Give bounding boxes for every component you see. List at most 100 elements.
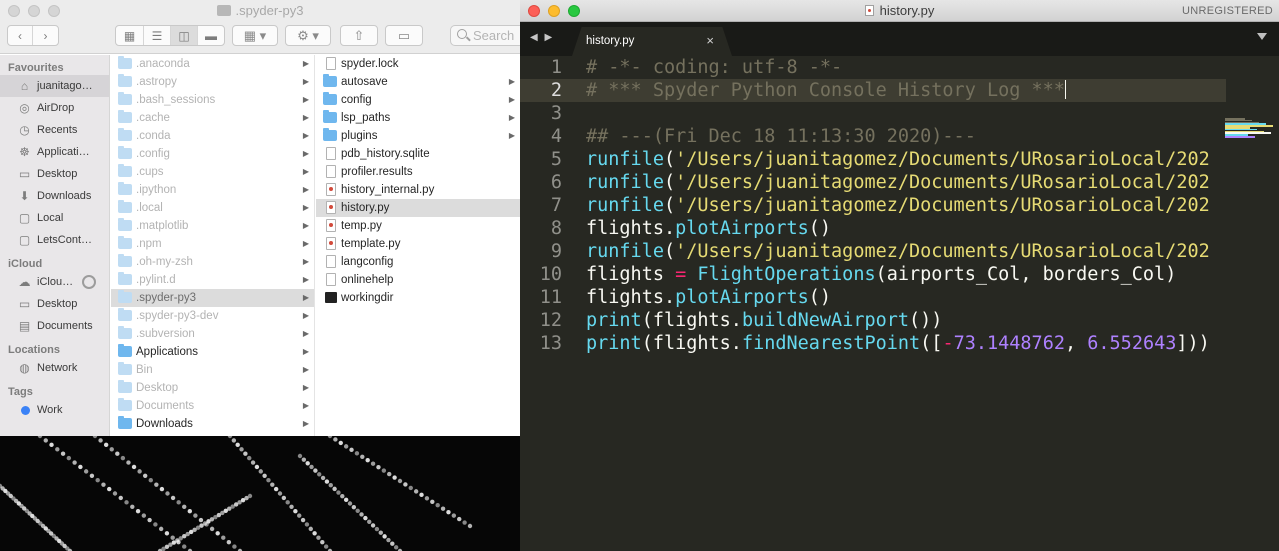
- file-row[interactable]: langconfig: [316, 253, 520, 271]
- folder-row[interactable]: Applications ▶: [111, 343, 314, 361]
- code-token: ([: [920, 333, 943, 354]
- folder-row[interactable]: .conda ▶: [111, 127, 314, 145]
- dew-drop: [413, 489, 419, 494]
- dew-drop: [193, 513, 198, 518]
- gallery-view-button[interactable]: ▬: [198, 26, 224, 45]
- folder-row[interactable]: autosave ▶: [316, 73, 520, 91]
- folder-row[interactable]: .subversion ▶: [111, 325, 314, 343]
- tab-dropdown-icon[interactable]: [1257, 33, 1267, 40]
- tab-close-icon[interactable]: ×: [706, 33, 714, 48]
- dew-drop: [323, 544, 329, 549]
- sidebar-item-icloud-1[interactable]: ▭ Desktop: [0, 293, 109, 315]
- sidebar-item-tags-0[interactable]: Work: [0, 399, 109, 421]
- folder-row[interactable]: .ipython ▶: [111, 181, 314, 199]
- folder-row[interactable]: .anaconda ▶: [111, 55, 314, 73]
- folder-row[interactable]: Desktop ▶: [111, 379, 314, 397]
- file-name: spyder.lock: [341, 58, 399, 70]
- back-button[interactable]: ‹: [8, 26, 34, 45]
- action-button[interactable]: ⚙ ▾: [285, 25, 331, 46]
- sidebar-item-favourites-1[interactable]: ◎ AirDrop: [0, 97, 109, 119]
- folder-name: Desktop: [136, 382, 179, 394]
- folder-row[interactable]: Documents ▶: [111, 397, 314, 415]
- code-line: runfile('/Users/juanitagomez/Documents/U…: [586, 194, 1226, 217]
- file-row[interactable]: history.py: [316, 199, 520, 217]
- sidebar-item-icloud-0[interactable]: ☁ iClou…: [0, 271, 109, 293]
- sidebar-item-favourites-6[interactable]: ▢ Local: [0, 207, 109, 229]
- folder-row[interactable]: .oh-my-zsh ▶: [111, 253, 314, 271]
- dew-drop: [289, 504, 294, 509]
- tab-nav-arrows-icon[interactable]: ◀ ▶: [530, 32, 554, 43]
- folder-row[interactable]: .bash_sessions ▶: [111, 91, 314, 109]
- dew-drop: [300, 517, 306, 523]
- folder-row[interactable]: .matplotlib ▶: [111, 217, 314, 235]
- dew-drop: [355, 508, 360, 514]
- minimap[interactable]: [1222, 118, 1279, 138]
- forward-button[interactable]: ›: [33, 26, 58, 45]
- folder-icon: [118, 326, 132, 339]
- folder-row[interactable]: .pylint.d ▶: [111, 271, 314, 289]
- folder-row[interactable]: .local ▶: [111, 199, 314, 217]
- sidebar-item-favourites-4[interactable]: ▭ Desktop: [0, 163, 109, 185]
- finder-titlebar[interactable]: .spyder-py3: [0, 0, 520, 22]
- disclosure-arrow-icon: ▶: [302, 401, 309, 410]
- zoom-icon[interactable]: [48, 5, 60, 17]
- list-view-button[interactable]: ☰: [144, 26, 171, 45]
- minimize-icon[interactable]: [28, 5, 40, 17]
- code-area[interactable]: # -*- coding: utf-8 -*- # *** Spyder Pyth…: [586, 56, 1226, 355]
- disclosure-arrow-icon: ▶: [508, 131, 515, 140]
- folder-row[interactable]: .cache ▶: [111, 109, 314, 127]
- sidebar-item-icloud-2[interactable]: ▤ Documents: [0, 315, 109, 337]
- icon-view-button[interactable]: ▦: [116, 26, 144, 45]
- folder-row[interactable]: lsp_paths ▶: [316, 109, 520, 127]
- tags-button[interactable]: ▭: [385, 25, 423, 46]
- search-input[interactable]: Search: [450, 25, 520, 46]
- python-file-icon: [326, 237, 336, 250]
- code-token: ()): [909, 310, 943, 331]
- share-button[interactable]: ⇧: [340, 25, 378, 46]
- column-view-button[interactable]: ◫: [171, 26, 198, 45]
- sidebar-item-favourites-2[interactable]: ◷ Recents: [0, 119, 109, 141]
- code-editor[interactable]: 1 2 3 4 5 6 7 8 9 10 11 12 13 # -*- coding: utf-8 -*…: [520, 56, 1279, 551]
- code-line: print(flights.findNearestPoint([-73.1448…: [586, 332, 1226, 355]
- folder-row[interactable]: .astropy ▶: [111, 73, 314, 91]
- dew-drop: [370, 461, 376, 466]
- folder-icon: [118, 398, 132, 411]
- sidebar-item-favourites-7[interactable]: ▢ LetsCont…: [0, 229, 109, 251]
- folder-row[interactable]: plugins ▶: [316, 127, 520, 145]
- file-row[interactable]: pdb_history.sqlite: [316, 145, 520, 163]
- sidebar-item-favourites-0[interactable]: ⌂ juanitago…: [0, 75, 109, 97]
- close-icon[interactable]: [8, 5, 20, 17]
- code-line: # -*- coding: utf-8 -*-: [586, 56, 1226, 79]
- folder-row[interactable]: .spyder-py3-dev ▶: [111, 307, 314, 325]
- sidebar-item-favourites-5[interactable]: ⬇ Downloads: [0, 185, 109, 207]
- code-token: FlightOperations: [697, 264, 876, 285]
- dew-drop: [55, 447, 60, 452]
- folder-row[interactable]: config ▶: [316, 91, 520, 109]
- file-row[interactable]: template.py: [316, 235, 520, 253]
- dew-drop: [363, 515, 368, 521]
- folder-row[interactable]: Downloads ▶: [111, 415, 314, 433]
- file-row[interactable]: temp.py: [316, 217, 520, 235]
- file-row[interactable]: history_internal.py: [316, 181, 520, 199]
- file-row[interactable]: profiler.results: [316, 163, 520, 181]
- folder-row[interactable]: .cups ▶: [111, 163, 314, 181]
- folder-row[interactable]: Bin ▶: [111, 361, 314, 379]
- sidebar-heading-favourites: Favourites: [8, 62, 64, 74]
- folder-row[interactable]: .config ▶: [111, 145, 314, 163]
- folder-row[interactable]: .npm ▶: [111, 235, 314, 253]
- folder-row[interactable]: .spyder-py3 ▶: [111, 289, 314, 307]
- sidebar-item-favourites-3[interactable]: ☸ Applicati…: [0, 141, 109, 163]
- file-row[interactable]: onlinehelp: [316, 271, 520, 289]
- terminal-icon: [325, 292, 337, 303]
- sublime-titlebar[interactable]: history.py UNREGISTERED: [520, 0, 1279, 22]
- python-file-icon: [864, 5, 874, 16]
- group-button[interactable]: ▦ ▾: [232, 25, 278, 46]
- document-icon: [326, 273, 336, 286]
- file-row[interactable]: workingdir: [316, 289, 520, 307]
- tab-history-py[interactable]: history.py ×: [572, 27, 732, 56]
- sidebar-item-locations-0[interactable]: ◍ Network: [0, 357, 109, 379]
- folder-icon: [118, 272, 132, 285]
- file-row[interactable]: spyder.lock: [316, 55, 520, 73]
- code-token: runfile: [586, 195, 664, 216]
